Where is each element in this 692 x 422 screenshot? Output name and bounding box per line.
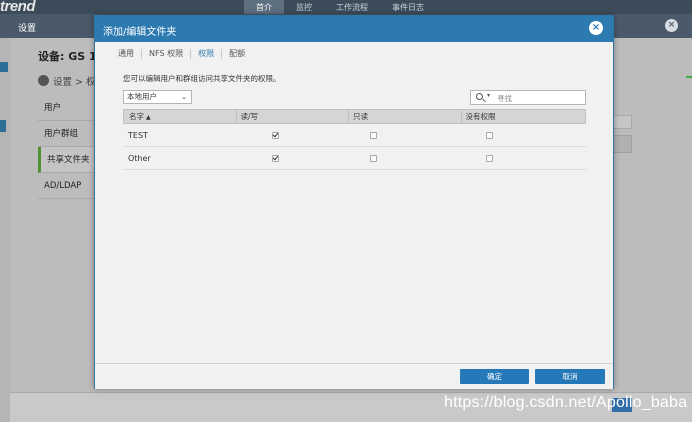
nav-home[interactable]: 首介 bbox=[244, 0, 284, 14]
row-name: TEST bbox=[128, 131, 148, 140]
read-only-checkbox[interactable] bbox=[370, 132, 377, 139]
read-only-cell bbox=[349, 124, 462, 146]
breadcrumb-text: 设置 > 权 bbox=[53, 77, 96, 88]
dialog-header: 添加/编辑文件夹 × bbox=[95, 16, 613, 42]
no-access-checkbox[interactable] bbox=[486, 132, 493, 139]
status-indicator bbox=[686, 76, 692, 78]
nav-monitor[interactable]: 监控 bbox=[284, 0, 324, 14]
sidebar-item-shared-folders[interactable]: 共享文件夹 bbox=[38, 147, 94, 173]
sidebar-item-ad-ldap[interactable]: AD/LDAP bbox=[38, 173, 94, 199]
breadcrumb: 设置 > 权 bbox=[38, 74, 96, 88]
sidebar-item-user-groups[interactable]: 用户群组 bbox=[38, 121, 94, 147]
dialog-footer: 确定 取消 bbox=[95, 363, 613, 389]
settings-window-title: 设置 bbox=[18, 24, 37, 34]
top-bar: trend 首介 监控 工作流程 事件日志 bbox=[0, 0, 692, 15]
permissions-description: 您可以编辑用户和群组访问共享文件夹的权限。 bbox=[123, 74, 281, 83]
watermark: https://blog.csdn.net/Apollo_baba bbox=[444, 394, 688, 411]
left-strip-marker bbox=[0, 120, 6, 132]
background-field bbox=[612, 115, 632, 129]
chevron-down-icon: ⌄ bbox=[181, 93, 187, 101]
no-access-checkbox[interactable] bbox=[486, 155, 493, 162]
search-placeholder: 寻找 bbox=[497, 94, 512, 103]
no-access-cell bbox=[462, 124, 586, 146]
edit-folder-dialog: 添加/编辑文件夹 × 通用 NFS 权限 权限 配额 您可以编辑用户和群组访问共… bbox=[94, 15, 614, 389]
nav-workflow[interactable]: 工作流程 bbox=[324, 0, 380, 14]
sidebar-item-users[interactable]: 用户 bbox=[38, 95, 94, 121]
top-nav: 首介 监控 工作流程 事件日志 bbox=[244, 0, 436, 14]
sort-ascending-icon: ▲ bbox=[146, 114, 151, 121]
nav-event-log[interactable]: 事件日志 bbox=[380, 0, 436, 14]
read-write-cell bbox=[236, 124, 349, 146]
read-write-checkbox[interactable] bbox=[272, 155, 279, 162]
read-only-checkbox[interactable] bbox=[370, 155, 377, 162]
ok-button[interactable]: 确定 bbox=[460, 369, 529, 384]
read-write-cell bbox=[236, 147, 349, 169]
table-body: TEST Other bbox=[123, 124, 586, 170]
close-icon[interactable]: × bbox=[589, 21, 603, 35]
brand-logo: trend bbox=[0, 0, 36, 15]
tab-permissions[interactable]: 权限 bbox=[191, 49, 223, 59]
left-strip-marker bbox=[0, 62, 8, 72]
column-header-name[interactable]: 名字 ▲ bbox=[124, 110, 237, 123]
dialog-title: 添加/编辑文件夹 bbox=[103, 27, 177, 38]
settings-sidebar: 用户 用户群组 共享文件夹 AD/LDAP bbox=[38, 95, 94, 199]
column-header-name-label: 名字 bbox=[129, 112, 144, 121]
device-label: 设备: GS 1( bbox=[38, 50, 102, 63]
row-name: Other bbox=[128, 154, 151, 163]
dialog-tabs: 通用 NFS 权限 权限 配额 bbox=[113, 49, 252, 59]
read-only-cell bbox=[349, 147, 462, 169]
table-header: 名字 ▲ 读/写 只读 没有权限 bbox=[123, 109, 586, 124]
gear-icon bbox=[38, 75, 49, 86]
read-write-checkbox[interactable] bbox=[272, 132, 279, 139]
search-input[interactable]: ▾ 寻找 bbox=[470, 90, 586, 105]
table-row: Other bbox=[123, 147, 586, 170]
no-access-cell bbox=[462, 147, 586, 169]
search-dropdown-icon[interactable]: ▾ bbox=[487, 92, 490, 99]
left-strip bbox=[0, 38, 10, 422]
tab-quota[interactable]: 配额 bbox=[222, 49, 252, 59]
permissions-table: 名字 ▲ 读/写 只读 没有权限 TEST Other bbox=[123, 109, 586, 170]
table-row: TEST bbox=[123, 124, 586, 147]
background-field bbox=[612, 135, 632, 153]
settings-close-icon[interactable]: × bbox=[665, 19, 678, 32]
tab-general[interactable]: 通用 bbox=[113, 49, 142, 59]
column-header-read-only[interactable]: 只读 bbox=[349, 110, 462, 123]
user-type-select-value: 本地用户 bbox=[127, 92, 157, 101]
search-icon bbox=[476, 93, 483, 100]
user-type-select[interactable]: 本地用户 ⌄ bbox=[123, 90, 192, 104]
column-header-no-access[interactable]: 没有权限 bbox=[462, 110, 585, 123]
cancel-button[interactable]: 取消 bbox=[535, 369, 605, 384]
column-header-read-write[interactable]: 读/写 bbox=[237, 110, 350, 123]
tab-nfs-permissions[interactable]: NFS 权限 bbox=[142, 49, 192, 59]
